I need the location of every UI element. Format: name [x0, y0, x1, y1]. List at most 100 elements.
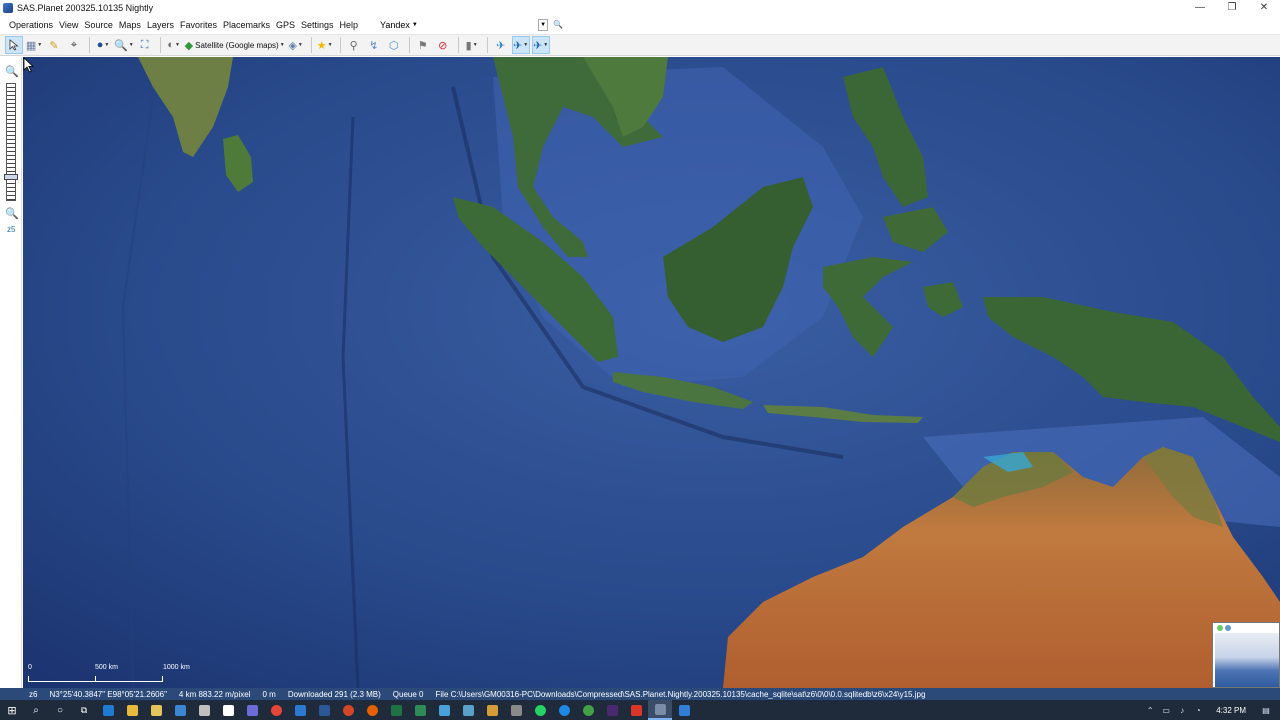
network-icon[interactable]: ▭ [1158, 706, 1174, 715]
gps-panel-button[interactable]: ▮ ▼ [463, 36, 481, 54]
zoom-out-icon[interactable]: 🔍 [5, 207, 19, 220]
add-placemark-button[interactable]: ⚲ [345, 36, 363, 54]
map-view[interactable]: 0 500 km 1000 km [23, 57, 1280, 688]
menu-help[interactable]: Help [337, 20, 362, 30]
cortana-button[interactable]: ○ [48, 700, 72, 720]
menu-favorites[interactable]: Favorites [177, 20, 220, 30]
taskbar-firefox[interactable] [360, 700, 384, 720]
satellite-dish-button[interactable]: ◐ ▼ [165, 36, 183, 54]
minimap-view[interactable] [1215, 633, 1279, 687]
gps-track-button[interactable]: ✈ ▼ [531, 36, 550, 54]
close-button[interactable]: ✕ [1248, 0, 1280, 15]
window-title: SAS.Planet 200325.10135 Nightly [17, 2, 154, 13]
taskbar-word[interactable] [312, 700, 336, 720]
taskbar-whatsapp[interactable] [528, 700, 552, 720]
layer-overlay-button[interactable]: ◈ ▼ [287, 36, 305, 54]
opera-icon [342, 704, 354, 716]
tray-chevron-icon[interactable]: ⌃ [1142, 706, 1158, 715]
minimap-minus-icon[interactable] [1225, 625, 1231, 631]
taskbar-app-red[interactable] [624, 700, 648, 720]
menu-layers[interactable]: Layers [144, 20, 177, 30]
chevron-down-icon: ▼ [327, 42, 333, 48]
search-icon[interactable]: 🔍 [553, 20, 563, 29]
zoom-slider[interactable] [6, 83, 16, 201]
globe-button[interactable]: ● ▼ [94, 36, 112, 54]
taskbar-premiere[interactable] [600, 700, 624, 720]
map-source-select[interactable]: ◆ Satellite (Google maps) ▼ [185, 36, 285, 54]
maximize-button[interactable]: ❐ [1216, 0, 1248, 15]
status-zoom: z6 [29, 689, 38, 699]
add-polygon-button[interactable]: ⬡ [385, 36, 403, 54]
gps-connect-button[interactable]: ✈ [492, 36, 510, 54]
clock[interactable]: 4:32 PM [1216, 706, 1246, 715]
marks-manager-button[interactable]: ⚑ [414, 36, 432, 54]
zoom-in-icon[interactable]: 🔍 [5, 65, 19, 78]
path-icon: ⌖ [70, 38, 78, 51]
ruler-button[interactable]: ✎ [45, 36, 63, 54]
paint-icon [438, 704, 450, 716]
zoom-tool-button[interactable]: 🔍 ▼ [114, 36, 134, 54]
taskbar-sasplanet[interactable] [648, 700, 672, 720]
start-button[interactable]: ⊞ [0, 700, 24, 720]
menu-source[interactable]: Source [81, 20, 116, 30]
hide-marks-button[interactable]: ⊘ [434, 36, 452, 54]
taskbar-opera[interactable] [336, 700, 360, 720]
taskbar-chrome[interactable] [264, 700, 288, 720]
taskbar-app-q[interactable] [552, 700, 576, 720]
map-layers-button[interactable]: ▦ ▼ [25, 36, 43, 54]
no-entry-icon: ⊘ [438, 39, 448, 52]
taskbar-app-blue[interactable] [672, 700, 696, 720]
favorites-button[interactable]: ★ ▼ [316, 36, 334, 54]
menu-view[interactable]: View [56, 20, 81, 30]
toolbar-separator [486, 37, 488, 53]
taskbar-app-settings[interactable] [504, 700, 528, 720]
minimize-button[interactable]: — [1184, 0, 1216, 15]
toolbar-separator [339, 37, 341, 53]
taskbar-camtasia[interactable] [408, 700, 432, 720]
path-draw-icon: ↯ [369, 39, 379, 52]
taskbar-app-paint[interactable] [432, 700, 456, 720]
premiere-icon [606, 704, 618, 716]
search-dropdown-button[interactable]: ▼ [538, 19, 549, 31]
search-provider-select[interactable]: Yandex ▼ ▼ [379, 18, 550, 31]
task-view-button[interactable]: ⧉ [72, 700, 96, 720]
taskbar-notepad[interactable] [216, 700, 240, 720]
calc-line-button[interactable]: ⌖ [65, 36, 83, 54]
taskbar-explorer[interactable] [120, 700, 144, 720]
zoom-level-label: z5 [7, 225, 16, 234]
taskbar-app-magnifier[interactable] [456, 700, 480, 720]
taskbar-calculator[interactable] [240, 700, 264, 720]
wifi-icon[interactable]: ◔ [1190, 706, 1206, 715]
taskbar-vs[interactable] [192, 700, 216, 720]
menu-maps[interactable]: Maps [116, 20, 144, 30]
main-toolbar: ▦ ▼ ✎ ⌖ ● ▼ 🔍 ▼ ⛶ ◐ ▼ ◆ Satellite (Google ma… [0, 34, 1280, 56]
volume-icon[interactable]: ♪ [1174, 706, 1190, 715]
taskbar-edge[interactable] [96, 700, 120, 720]
gps-follow-button[interactable]: ✈ ▼ [511, 36, 530, 54]
google-maps-icon: ◆ [184, 39, 194, 52]
add-path-button[interactable]: ↯ [365, 36, 383, 54]
store-icon [150, 704, 162, 716]
taskbar-outlook[interactable] [288, 700, 312, 720]
map-source-label: Satellite (Google maps) [195, 40, 279, 50]
pointer-tool-button[interactable] [5, 36, 23, 54]
menu-settings[interactable]: Settings [298, 20, 337, 30]
scale-label-start: 0 [28, 664, 32, 671]
notifications-icon[interactable]: ▤ [1258, 706, 1274, 715]
menu-gps[interactable]: GPS [273, 20, 298, 30]
menu-operations[interactable]: Operations [6, 20, 56, 30]
taskbar-store[interactable] [144, 700, 168, 720]
minimap-plus-icon[interactable] [1217, 625, 1223, 631]
settings-icon [510, 704, 522, 716]
taskbar-excel[interactable] [384, 700, 408, 720]
taskbar-mail[interactable] [168, 700, 192, 720]
menu-placemarks[interactable]: Placemarks [220, 20, 273, 30]
mini-map[interactable] [1212, 622, 1280, 688]
document-icon [222, 704, 234, 716]
taskbar-search-button[interactable]: ⌕ [24, 700, 48, 720]
zoom-slider-thumb[interactable] [4, 174, 18, 180]
taskbar-app-photos[interactable] [480, 700, 504, 720]
status-queue: Queue 0 [392, 689, 424, 699]
fullscreen-button[interactable]: ⛶ [136, 36, 154, 54]
taskbar-app-green[interactable] [576, 700, 600, 720]
